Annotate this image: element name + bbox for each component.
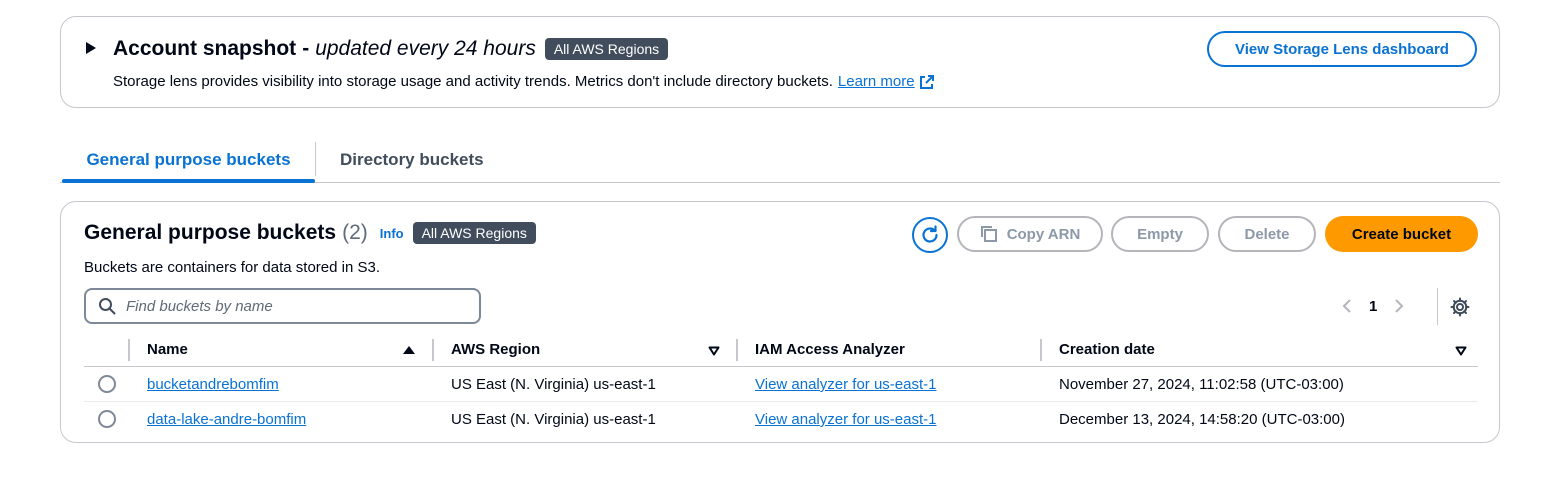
- snapshot-title-separator: -: [302, 37, 310, 60]
- sort-ascending-icon[interactable]: [403, 346, 415, 354]
- table-row[interactable]: bucketandrebomfim US East (N. Virginia) …: [84, 367, 1478, 402]
- snapshot-description: Storage lens provides visibility into st…: [113, 73, 833, 90]
- buckets-count: (2): [342, 221, 368, 244]
- search-input[interactable]: [126, 297, 466, 315]
- delete-button[interactable]: Delete: [1218, 216, 1316, 252]
- tab-general-purpose-buckets[interactable]: General purpose buckets: [62, 138, 315, 183]
- pagination: 1: [1341, 292, 1405, 320]
- chevron-left-icon[interactable]: [1341, 298, 1353, 314]
- sort-icon[interactable]: [1455, 346, 1467, 356]
- table-row[interactable]: data-lake-andre-bomfim US East (N. Virgi…: [84, 402, 1478, 437]
- bucket-name-link[interactable]: bucketandrebomfim: [147, 376, 279, 393]
- view-storage-lens-button[interactable]: View Storage Lens dashboard: [1207, 31, 1477, 67]
- learn-more-link[interactable]: Learn more: [838, 73, 915, 90]
- copy-icon: [980, 226, 997, 242]
- snapshot-description-row: Storage lens provides visibility into st…: [113, 73, 935, 90]
- general-purpose-buckets-panel: General purpose buckets (2) Info All AWS…: [60, 201, 1500, 443]
- gear-icon[interactable]: [1450, 297, 1470, 317]
- column-header-analyzer[interactable]: IAM Access Analyzer: [755, 332, 905, 367]
- info-link[interactable]: Info: [380, 226, 404, 241]
- search-icon: [99, 298, 116, 315]
- create-bucket-button[interactable]: Create bucket: [1325, 216, 1478, 252]
- column-separator[interactable]: [736, 339, 738, 361]
- empty-button[interactable]: Empty: [1111, 216, 1209, 252]
- column-header-name[interactable]: Name: [147, 332, 188, 367]
- sort-icon[interactable]: [708, 346, 720, 356]
- current-page[interactable]: 1: [1369, 298, 1377, 315]
- external-link-icon[interactable]: [919, 74, 935, 90]
- bucket-region: US East (N. Virginia) us-east-1: [451, 376, 656, 393]
- chevron-right-icon[interactable]: [1393, 298, 1405, 314]
- bucket-name-link[interactable]: data-lake-andre-bomfim: [147, 411, 306, 428]
- tab-directory-buckets[interactable]: Directory buckets: [340, 138, 484, 182]
- buckets-subtitle: Buckets are containers for data stored i…: [84, 259, 380, 276]
- regions-badge: All AWS Regions: [544, 38, 669, 60]
- search-field[interactable]: [84, 288, 481, 324]
- copy-arn-button[interactable]: Copy ARN: [957, 216, 1103, 252]
- refresh-button[interactable]: [912, 217, 948, 253]
- regions-badge: All AWS Regions: [412, 222, 536, 244]
- row-select-radio[interactable]: [98, 375, 116, 393]
- column-separator: [128, 339, 130, 361]
- bucket-region: US East (N. Virginia) us-east-1: [451, 411, 656, 428]
- snapshot-title[interactable]: Account snapshot: [113, 37, 296, 61]
- column-header-creation-date[interactable]: Creation date: [1059, 332, 1155, 367]
- column-header-region[interactable]: AWS Region: [451, 332, 540, 367]
- bucket-creation-date: December 13, 2024, 14:58:20 (UTC-03:00): [1059, 411, 1345, 428]
- column-separator[interactable]: [432, 339, 434, 361]
- bucket-type-tabs: General purpose buckets Directory bucket…: [60, 138, 1500, 183]
- account-snapshot-panel: Account snapshot - updated every 24 hour…: [60, 16, 1500, 108]
- pager-divider: [1437, 288, 1438, 325]
- bucket-creation-date: November 27, 2024, 11:02:58 (UTC-03:00): [1059, 376, 1344, 393]
- tab-divider: [315, 142, 316, 176]
- view-analyzer-link[interactable]: View analyzer for us-east-1: [755, 376, 936, 393]
- table-header: Name AWS Region IAM Access Analyzer Crea…: [84, 332, 1478, 367]
- buckets-header: General purpose buckets (2) Info All AWS…: [84, 221, 536, 245]
- buckets-title: General purpose buckets: [84, 221, 337, 244]
- buckets-table: Name AWS Region IAM Access Analyzer Crea…: [84, 332, 1478, 437]
- column-separator[interactable]: [1040, 339, 1042, 361]
- copy-arn-label: Copy ARN: [1006, 225, 1081, 243]
- row-select-radio[interactable]: [98, 410, 116, 428]
- view-analyzer-link[interactable]: View analyzer for us-east-1: [755, 411, 936, 428]
- refresh-icon: [922, 225, 938, 243]
- snapshot-header: Account snapshot - updated every 24 hour…: [113, 37, 669, 61]
- snapshot-subtitle: updated every 24 hours: [315, 37, 536, 60]
- expand-caret-icon[interactable]: [86, 42, 96, 54]
